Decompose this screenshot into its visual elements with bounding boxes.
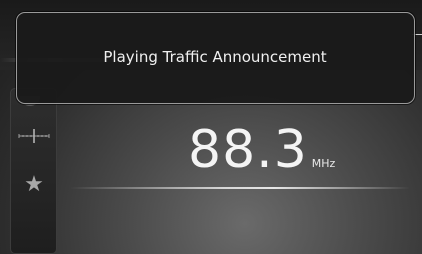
tune-icon[interactable] — [17, 126, 51, 146]
frequency-underline — [70, 187, 410, 189]
frequency-unit: MHz — [311, 157, 336, 170]
traffic-announcement-popup[interactable]: Playing Traffic Announcement — [16, 12, 415, 104]
popup-message: Playing Traffic Announcement — [103, 48, 327, 66]
side-panel — [10, 88, 57, 254]
frequency-value: 88.3 — [188, 120, 308, 180]
frequency-display: 88.3 MHz — [188, 120, 335, 180]
radio-screen: ★ 88.3 MHz Playing Traffic Announcement — [0, 0, 422, 254]
favorite-star-icon[interactable]: ★ — [22, 173, 46, 197]
